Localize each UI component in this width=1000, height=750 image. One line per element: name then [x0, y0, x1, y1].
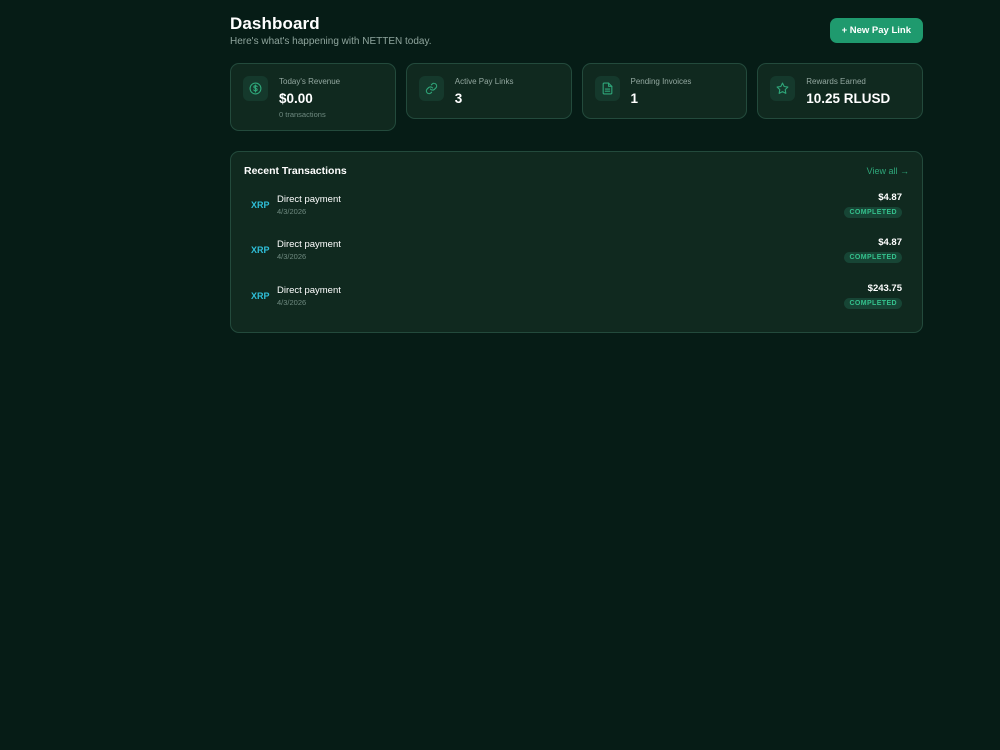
- stat-label: Pending Invoices: [630, 77, 692, 86]
- view-all-link[interactable]: View all →: [867, 166, 909, 176]
- transaction-amount: $4.87: [878, 237, 902, 249]
- transaction-details: Direct payment 4/3/2026: [277, 237, 341, 261]
- transaction-row[interactable]: XRP Direct payment 4/3/2026 $4.87 COMPLE…: [244, 192, 909, 237]
- transaction-summary: $4.87 COMPLETED: [844, 192, 902, 218]
- coin-label: XRP: [251, 200, 270, 210]
- stat-card-invoices: Pending Invoices 1: [581, 63, 748, 119]
- transaction-row[interactable]: XRP Direct payment 4/3/2026 $243.75 COMP…: [244, 283, 909, 328]
- transaction-date: 4/3/2026: [277, 252, 307, 262]
- transaction-amount: $243.75: [867, 282, 902, 294]
- transaction-info: XRP Direct payment 4/3/2026: [251, 283, 341, 307]
- recent-transactions-panel: Recent Transactions View all → XRP Direc…: [230, 151, 923, 333]
- transaction-info: XRP Direct payment 4/3/2026: [251, 192, 341, 216]
- stat-label: Active Pay Links: [454, 77, 514, 86]
- dollar-icon: [243, 76, 268, 101]
- panel-header: Recent Transactions View all →: [244, 165, 909, 177]
- page-subtitle: Here's what's happening with NETTEN toda…: [230, 36, 432, 47]
- stat-card-revenue: Today's Revenue $0.00 0 transactions: [230, 63, 396, 131]
- status-badge: COMPLETED: [844, 252, 902, 264]
- page-title: Dashboard: [230, 14, 320, 33]
- stat-value: 10.25 RLUSD: [806, 91, 891, 106]
- star-icon: [770, 76, 796, 101]
- stat-subtext: 0 transactions: [279, 110, 326, 119]
- stats-row: Today's Revenue $0.00 0 transactions Act…: [230, 63, 923, 131]
- transaction-date: 4/3/2026: [277, 207, 307, 216]
- stat-text: Today's Revenue $0.00 0 transactions: [279, 76, 341, 119]
- stat-text: Pending Invoices 1: [631, 76, 692, 106]
- coin-label: XRP: [251, 290, 270, 301]
- document-icon: [594, 76, 620, 101]
- page-header: Dashboard Here's what's happening with N…: [230, 14, 923, 62]
- coin-label: XRP: [251, 245, 270, 256]
- transaction-date: 4/3/2026: [277, 297, 307, 307]
- header-text: Dashboard Here's what's happening with N…: [230, 14, 432, 47]
- stat-label: Today's Revenue: [279, 77, 341, 86]
- transaction-details: Direct payment 4/3/2026: [277, 283, 341, 307]
- stat-card-rewards: Rewards Earned 10.25 RLUSD: [757, 63, 923, 119]
- panel-title: Recent Transactions: [244, 165, 347, 177]
- transaction-info: XRP Direct payment 4/3/2026: [251, 237, 341, 261]
- stat-value: 1: [630, 91, 639, 106]
- stat-card-pay-links: Active Pay Links 3: [405, 63, 572, 119]
- link-icon: [418, 76, 444, 101]
- stat-value: $0.00: [279, 91, 313, 106]
- status-badge: COMPLETED: [844, 207, 902, 218]
- transaction-name: Direct payment: [277, 284, 341, 296]
- dashboard-page: Dashboard Here's what's happening with N…: [230, 14, 923, 333]
- stat-label: Rewards Earned: [806, 77, 866, 86]
- transaction-row[interactable]: XRP Direct payment 4/3/2026 $4.87 COMPLE…: [244, 237, 909, 282]
- transaction-details: Direct payment 4/3/2026: [277, 192, 341, 216]
- stat-text: Rewards Earned 10.25 RLUSD: [806, 76, 890, 106]
- transaction-summary: $4.87 COMPLETED: [844, 237, 902, 264]
- transaction-list: XRP Direct payment 4/3/2026 $4.87 COMPLE…: [244, 192, 909, 328]
- status-badge: COMPLETED: [844, 297, 902, 309]
- transaction-name: Direct payment: [277, 194, 341, 205]
- transaction-amount: $4.87: [878, 192, 902, 203]
- transaction-summary: $243.75 COMPLETED: [844, 283, 902, 309]
- transaction-name: Direct payment: [277, 239, 341, 251]
- new-pay-link-button[interactable]: + New Pay Link: [829, 18, 923, 43]
- stat-value: 3: [454, 91, 463, 106]
- stat-text: Active Pay Links 3: [455, 76, 514, 106]
